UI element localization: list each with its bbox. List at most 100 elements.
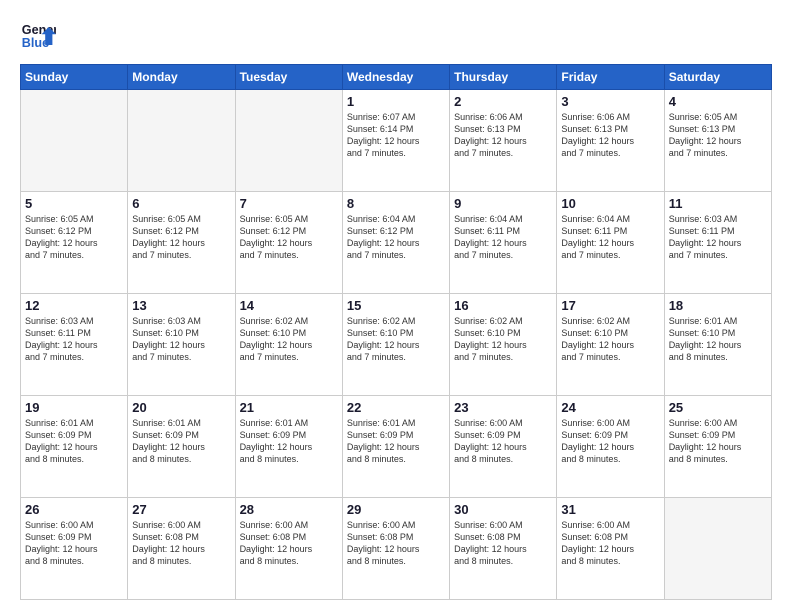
day-number: 7 xyxy=(240,196,338,211)
day-info: Sunrise: 6:02 AM Sunset: 6:10 PM Dayligh… xyxy=(240,315,338,364)
calendar-cell: 12 Sunrise: 6:03 AM Sunset: 6:11 PM Dayli… xyxy=(21,294,128,396)
day-info: Sunrise: 6:02 AM Sunset: 6:10 PM Dayligh… xyxy=(347,315,445,364)
calendar-cell: 13 Sunrise: 6:03 AM Sunset: 6:10 PM Dayli… xyxy=(128,294,235,396)
day-number: 27 xyxy=(132,502,230,517)
day-number: 18 xyxy=(669,298,767,313)
day-number: 21 xyxy=(240,400,338,415)
calendar-cell: 28 Sunrise: 6:00 AM Sunset: 6:08 PM Dayli… xyxy=(235,498,342,600)
calendar-cell xyxy=(235,90,342,192)
day-info: Sunrise: 6:00 AM Sunset: 6:08 PM Dayligh… xyxy=(454,519,552,568)
day-number: 16 xyxy=(454,298,552,313)
calendar-cell: 26 Sunrise: 6:00 AM Sunset: 6:09 PM Dayli… xyxy=(21,498,128,600)
day-number: 24 xyxy=(561,400,659,415)
day-number: 31 xyxy=(561,502,659,517)
calendar-header-friday: Friday xyxy=(557,65,664,90)
day-number: 5 xyxy=(25,196,123,211)
calendar-cell: 5Sunrise: 6:05 AM Sunset: 6:12 PM Daylig… xyxy=(21,192,128,294)
day-info: Sunrise: 6:05 AM Sunset: 6:12 PM Dayligh… xyxy=(240,213,338,262)
day-number: 17 xyxy=(561,298,659,313)
calendar-header-monday: Monday xyxy=(128,65,235,90)
calendar-cell: 15Sunrise: 6:02 AM Sunset: 6:10 PM Dayli… xyxy=(342,294,449,396)
day-number: 13 xyxy=(132,298,230,313)
calendar-cell: 3 Sunrise: 6:06 AM Sunset: 6:13 PM Daylig… xyxy=(557,90,664,192)
day-info: Sunrise: 6:05 AM Sunset: 6:12 PM Dayligh… xyxy=(132,213,230,262)
day-number: 30 xyxy=(454,502,552,517)
calendar-cell: 21 Sunrise: 6:01 AM Sunset: 6:09 PM Dayli… xyxy=(235,396,342,498)
day-info: Sunrise: 6:00 AM Sunset: 6:09 PM Dayligh… xyxy=(561,417,659,466)
logo-icon: General Blue xyxy=(20,18,56,54)
day-info: Sunrise: 6:00 AM Sunset: 6:09 PM Dayligh… xyxy=(669,417,767,466)
day-info: Sunrise: 6:00 AM Sunset: 6:08 PM Dayligh… xyxy=(132,519,230,568)
calendar-table: SundayMondayTuesdayWednesdayThursdayFrid… xyxy=(20,64,772,600)
calendar-cell xyxy=(21,90,128,192)
day-info: Sunrise: 6:00 AM Sunset: 6:08 PM Dayligh… xyxy=(240,519,338,568)
calendar-week-row: 5 Sunrise: 6:05 AM Sunset: 6:12 PM Daylig… xyxy=(21,192,772,294)
day-info: Sunrise: 6:03 AM Sunset: 6:10 PM Dayligh… xyxy=(132,315,230,364)
day-info: Sunrise: 6:04 AM Sunset: 6:11 PM Dayligh… xyxy=(454,213,552,262)
day-number: 1 xyxy=(347,94,445,109)
header: General Blue xyxy=(20,18,772,54)
calendar-cell: 16 Sunrise: 6:02 AM Sunset: 6:10 PM Dayli… xyxy=(450,294,557,396)
calendar-cell: 29Sunrise: 6:00 AM Sunset: 6:08 PM Dayli… xyxy=(342,498,449,600)
day-info: Sunrise: 6:01 AM Sunset: 6:09 PM Dayligh… xyxy=(240,417,338,466)
day-number: 10 xyxy=(561,196,659,211)
calendar-cell: 9Sunrise: 6:04 AM Sunset: 6:11 PM Daylig… xyxy=(450,192,557,294)
day-number: 26 xyxy=(25,502,123,517)
calendar-cell: 19 Sunrise: 6:01 AM Sunset: 6:09 PM Dayli… xyxy=(21,396,128,498)
calendar-cell: 14Sunrise: 6:02 AM Sunset: 6:10 PM Dayli… xyxy=(235,294,342,396)
day-info: Sunrise: 6:00 AM Sunset: 6:08 PM Dayligh… xyxy=(561,519,659,568)
svg-text:Blue: Blue xyxy=(22,36,49,50)
calendar-cell: 2 Sunrise: 6:06 AM Sunset: 6:13 PM Daylig… xyxy=(450,90,557,192)
calendar-header-row: SundayMondayTuesdayWednesdayThursdayFrid… xyxy=(21,65,772,90)
calendar-cell: 18 Sunrise: 6:01 AM Sunset: 6:10 PM Dayli… xyxy=(664,294,771,396)
calendar-week-row: 26 Sunrise: 6:00 AM Sunset: 6:09 PM Dayli… xyxy=(21,498,772,600)
logo: General Blue xyxy=(20,18,56,54)
calendar-cell: 24 Sunrise: 6:00 AM Sunset: 6:09 PM Dayli… xyxy=(557,396,664,498)
day-info: Sunrise: 6:01 AM Sunset: 6:09 PM Dayligh… xyxy=(347,417,445,466)
calendar-cell: 17Sunrise: 6:02 AM Sunset: 6:10 PM Dayli… xyxy=(557,294,664,396)
day-info: Sunrise: 6:01 AM Sunset: 6:09 PM Dayligh… xyxy=(25,417,123,466)
calendar-cell: 10 Sunrise: 6:04 AM Sunset: 6:11 PM Dayli… xyxy=(557,192,664,294)
day-number: 6 xyxy=(132,196,230,211)
day-info: Sunrise: 6:01 AM Sunset: 6:10 PM Dayligh… xyxy=(669,315,767,364)
calendar-cell: 8 Sunrise: 6:04 AM Sunset: 6:12 PM Daylig… xyxy=(342,192,449,294)
calendar-cell xyxy=(664,498,771,600)
calendar-header-saturday: Saturday xyxy=(664,65,771,90)
calendar-cell: 27 Sunrise: 6:00 AM Sunset: 6:08 PM Dayli… xyxy=(128,498,235,600)
day-info: Sunrise: 6:03 AM Sunset: 6:11 PM Dayligh… xyxy=(669,213,767,262)
day-number: 12 xyxy=(25,298,123,313)
calendar-cell: 23Sunrise: 6:00 AM Sunset: 6:09 PM Dayli… xyxy=(450,396,557,498)
day-info: Sunrise: 6:01 AM Sunset: 6:09 PM Dayligh… xyxy=(132,417,230,466)
day-number: 25 xyxy=(669,400,767,415)
calendar-cell: 25 Sunrise: 6:00 AM Sunset: 6:09 PM Dayli… xyxy=(664,396,771,498)
day-info: Sunrise: 6:03 AM Sunset: 6:11 PM Dayligh… xyxy=(25,315,123,364)
page: General Blue SundayMondayTuesdayWednesda… xyxy=(0,0,792,612)
day-number: 3 xyxy=(561,94,659,109)
day-info: Sunrise: 6:06 AM Sunset: 6:13 PM Dayligh… xyxy=(561,111,659,160)
calendar-week-row: 19 Sunrise: 6:01 AM Sunset: 6:09 PM Dayli… xyxy=(21,396,772,498)
day-number: 20 xyxy=(132,400,230,415)
calendar-header-sunday: Sunday xyxy=(21,65,128,90)
calendar-header-tuesday: Tuesday xyxy=(235,65,342,90)
day-info: Sunrise: 6:04 AM Sunset: 6:12 PM Dayligh… xyxy=(347,213,445,262)
day-info: Sunrise: 6:06 AM Sunset: 6:13 PM Dayligh… xyxy=(454,111,552,160)
calendar-cell: 22 Sunrise: 6:01 AM Sunset: 6:09 PM Dayli… xyxy=(342,396,449,498)
calendar-cell: 20 Sunrise: 6:01 AM Sunset: 6:09 PM Dayli… xyxy=(128,396,235,498)
day-number: 28 xyxy=(240,502,338,517)
day-info: Sunrise: 6:00 AM Sunset: 6:09 PM Dayligh… xyxy=(25,519,123,568)
day-info: Sunrise: 6:00 AM Sunset: 6:08 PM Dayligh… xyxy=(347,519,445,568)
calendar-cell: 1 Sunrise: 6:07 AM Sunset: 6:14 PM Daylig… xyxy=(342,90,449,192)
day-number: 19 xyxy=(25,400,123,415)
calendar-header-wednesday: Wednesday xyxy=(342,65,449,90)
calendar-cell: 7 Sunrise: 6:05 AM Sunset: 6:12 PM Daylig… xyxy=(235,192,342,294)
day-number: 2 xyxy=(454,94,552,109)
calendar-cell: 11Sunrise: 6:03 AM Sunset: 6:11 PM Dayli… xyxy=(664,192,771,294)
day-info: Sunrise: 6:00 AM Sunset: 6:09 PM Dayligh… xyxy=(454,417,552,466)
day-info: Sunrise: 6:02 AM Sunset: 6:10 PM Dayligh… xyxy=(454,315,552,364)
day-number: 8 xyxy=(347,196,445,211)
day-info: Sunrise: 6:04 AM Sunset: 6:11 PM Dayligh… xyxy=(561,213,659,262)
day-info: Sunrise: 6:07 AM Sunset: 6:14 PM Dayligh… xyxy=(347,111,445,160)
day-number: 22 xyxy=(347,400,445,415)
calendar-header-thursday: Thursday xyxy=(450,65,557,90)
calendar-week-row: 12 Sunrise: 6:03 AM Sunset: 6:11 PM Dayli… xyxy=(21,294,772,396)
